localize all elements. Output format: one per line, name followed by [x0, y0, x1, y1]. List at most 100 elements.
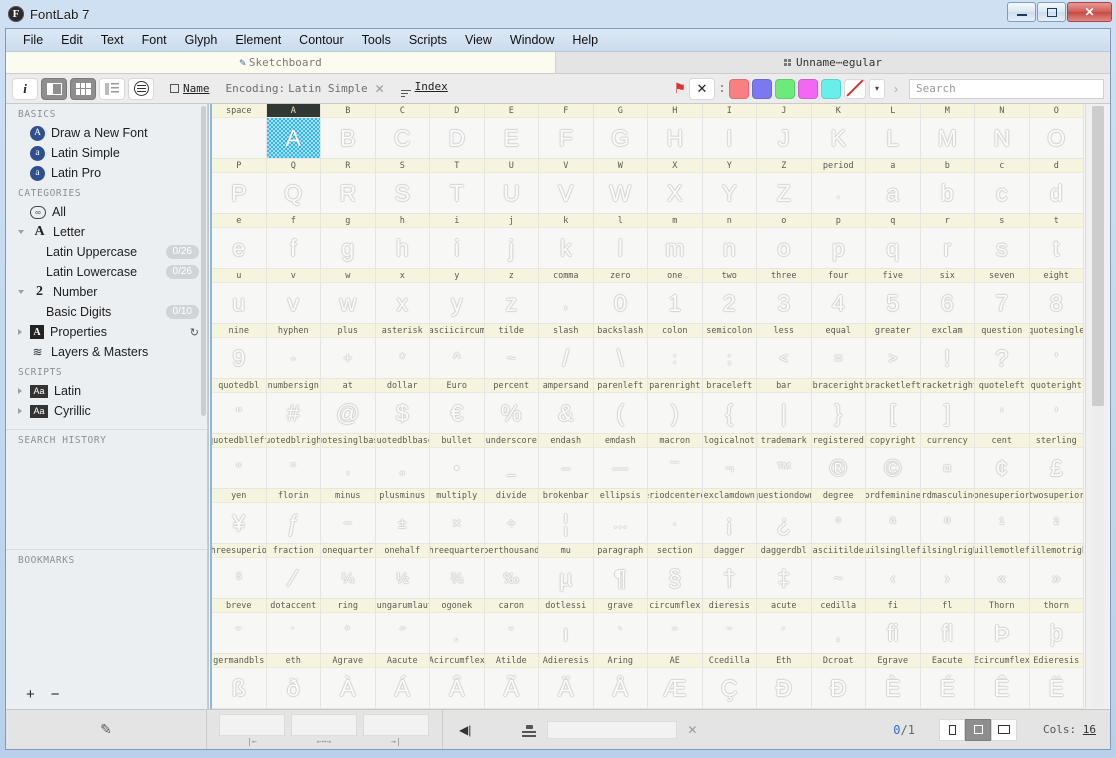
- glyph-cell-less[interactable]: less<: [757, 324, 812, 379]
- glyph-cell-Z[interactable]: ZZ: [757, 159, 812, 214]
- glyph-cell-guilsinglleft[interactable]: guilsinglleft‹: [866, 544, 921, 599]
- sidebar-item-latin-script[interactable]: Aa Latin: [6, 381, 207, 401]
- glyph-cell-G[interactable]: GG: [594, 104, 649, 159]
- glyph-cell-equal[interactable]: equal=: [812, 324, 867, 379]
- glyph-cell-onehalf[interactable]: onehalf½: [376, 544, 431, 599]
- glyph-cell-bar[interactable]: bar|: [757, 379, 812, 434]
- glyph-cell-comma[interactable]: comma,: [539, 269, 594, 324]
- glyph-cell-asciitilde[interactable]: asciitilde~: [812, 544, 867, 599]
- glyph-cell-slash[interactable]: slash/: [539, 324, 594, 379]
- glyph-cell-percent[interactable]: percent%: [485, 379, 540, 434]
- chevron-down-icon[interactable]: [18, 290, 24, 297]
- glyph-cell-guilsinglright[interactable]: guilsinglright›: [921, 544, 976, 599]
- glyph-cell-two[interactable]: two2: [703, 269, 758, 324]
- glyph-cell-X[interactable]: XX: [648, 159, 703, 214]
- glyph-cell-ordfeminine[interactable]: ordfeminineª: [866, 489, 921, 544]
- glyph-cell-divide[interactable]: divide÷: [485, 489, 540, 544]
- glyph-cell-threequarters[interactable]: threequarters¾: [430, 544, 485, 599]
- glyph-cell-nine[interactable]: nine9: [212, 324, 267, 379]
- add-button[interactable]: +: [26, 686, 35, 703]
- glyph-cell-endash[interactable]: endash–: [539, 434, 594, 489]
- glyph-cell-AE[interactable]: AEÆ: [648, 654, 703, 709]
- glyph-cell-Y[interactable]: YY: [703, 159, 758, 214]
- menu-edit[interactable]: Edit: [52, 31, 92, 49]
- close-button[interactable]: ✕: [1067, 2, 1112, 22]
- glyph-cell-dieresis[interactable]: dieresis¨: [703, 599, 758, 654]
- glyph-cell-Atilde[interactable]: AtildeÃ: [485, 654, 540, 709]
- name-toggle[interactable]: Name: [170, 82, 210, 95]
- glyph-cell-onesuperior[interactable]: onesuperior¹: [975, 489, 1030, 544]
- glyph-cell-sterling[interactable]: sterling£: [1030, 434, 1085, 489]
- glyph-cell-i[interactable]: ii: [430, 214, 485, 269]
- glyph-cell-Ccedilla[interactable]: CcedillaÇ: [703, 654, 758, 709]
- glyph-cell-breve[interactable]: breve˘: [212, 599, 267, 654]
- glyph-cell-space[interactable]: space: [212, 104, 267, 159]
- glyph-cell-semicolon[interactable]: semicolon;: [703, 324, 758, 379]
- glyph-cell-parenleft[interactable]: parenleft(: [594, 379, 649, 434]
- glyph-cell-R[interactable]: RR: [321, 159, 376, 214]
- glyph-cell-ogonek[interactable]: ogonek˛: [430, 599, 485, 654]
- glyph-cell-d[interactable]: dd: [1030, 159, 1085, 214]
- sidebar-item-latin-lowercase[interactable]: Latin Lowercase 0/26: [6, 262, 207, 282]
- glyph-cell-Euro[interactable]: Euro€: [430, 379, 485, 434]
- glyph-cell-K[interactable]: KK: [812, 104, 867, 159]
- glyph-cell-numbersign[interactable]: numbersign#: [267, 379, 322, 434]
- index-toggle[interactable]: Index: [401, 80, 448, 97]
- glyph-cell-b[interactable]: bb: [921, 159, 976, 214]
- menu-scripts[interactable]: Scripts: [400, 31, 456, 49]
- glyph-cell-E[interactable]: EE: [485, 104, 540, 159]
- filter-button[interactable]: [128, 78, 154, 100]
- chevron-right-icon[interactable]: [18, 388, 22, 394]
- sidebar-scrollbar[interactable]: [201, 106, 206, 416]
- columns-control[interactable]: Cols: 16: [1043, 723, 1096, 736]
- glyph-cell-H[interactable]: HH: [648, 104, 703, 159]
- glyph-cell-A[interactable]: AA: [267, 104, 322, 159]
- color-swatch-magenta[interactable]: [798, 79, 818, 99]
- sidebar-item-cyrillic-script[interactable]: Аа Cyrillic: [6, 401, 207, 421]
- glyph-cell-tilde[interactable]: tilde~: [485, 324, 540, 379]
- glyph-cell-Eth[interactable]: EthÐ: [757, 654, 812, 709]
- sidebar-item-all[interactable]: ∞ All: [6, 202, 207, 222]
- flag-icon[interactable]: ⚑: [673, 80, 686, 97]
- glyph-cell-section[interactable]: section§: [648, 544, 703, 599]
- glyph-cell-bracketright[interactable]: bracketright]: [921, 379, 976, 434]
- chevron-right-icon[interactable]: [18, 329, 22, 335]
- menu-help[interactable]: Help: [563, 31, 607, 49]
- glyph-cell-P[interactable]: PP: [212, 159, 267, 214]
- menu-font[interactable]: Font: [133, 31, 176, 49]
- chevron-right-icon[interactable]: ›: [894, 82, 898, 96]
- sidebar-item-letter[interactable]: A Letter: [6, 222, 207, 242]
- color-swatch-none[interactable]: [844, 79, 866, 99]
- glyph-cell-guillemotright[interactable]: guillemotright»: [1030, 544, 1085, 599]
- glyph-cell-germandbls[interactable]: germandblsß: [212, 654, 267, 709]
- glyph-cell-seven[interactable]: seven7: [975, 269, 1030, 324]
- search-input[interactable]: Search: [909, 79, 1104, 99]
- glyph-cell-q[interactable]: qq: [866, 214, 921, 269]
- glyph-cell-registered[interactable]: registered®: [812, 434, 867, 489]
- glyph-cell-ordmasculine[interactable]: ordmasculineº: [921, 489, 976, 544]
- glyph-cell-fi[interactable]: fiﬁ: [866, 599, 921, 654]
- glyph-cell-V[interactable]: VV: [539, 159, 594, 214]
- glyph-cell-trademark[interactable]: trademark™: [757, 434, 812, 489]
- glyph-cell-F[interactable]: FF: [539, 104, 594, 159]
- glyph-cell-fl[interactable]: flﬂ: [921, 599, 976, 654]
- glyph-cell-four[interactable]: four4: [812, 269, 867, 324]
- glyph-cell-guillemotleft[interactable]: guillemotleft«: [975, 544, 1030, 599]
- glyph-cell-quotedbl[interactable]: quotedbl": [212, 379, 267, 434]
- menu-view[interactable]: View: [456, 31, 501, 49]
- glyph-cell-Agrave[interactable]: AgraveÀ: [321, 654, 376, 709]
- glyph-cell-Eacute[interactable]: EacuteÉ: [921, 654, 976, 709]
- glyph-cell-B[interactable]: BB: [321, 104, 376, 159]
- glyph-cell-y[interactable]: yy: [430, 269, 485, 324]
- glyph-cell-caron[interactable]: caronˇ: [485, 599, 540, 654]
- glyph-cell-quotesingle[interactable]: quotesingle': [1030, 324, 1085, 379]
- glyph-cell-k[interactable]: kk: [539, 214, 594, 269]
- encoding-value[interactable]: Latin Simple: [288, 82, 367, 95]
- list-view-button[interactable]: [99, 78, 125, 100]
- glyph-cell-braceright[interactable]: braceright}: [812, 379, 867, 434]
- glyph-cell-eth[interactable]: ethð: [267, 654, 322, 709]
- glyph-cell-J[interactable]: JJ: [757, 104, 812, 159]
- glyph-cell-D[interactable]: DD: [430, 104, 485, 159]
- glyph-cell-macron[interactable]: macron¯: [648, 434, 703, 489]
- glyph-cell-at[interactable]: at@: [321, 379, 376, 434]
